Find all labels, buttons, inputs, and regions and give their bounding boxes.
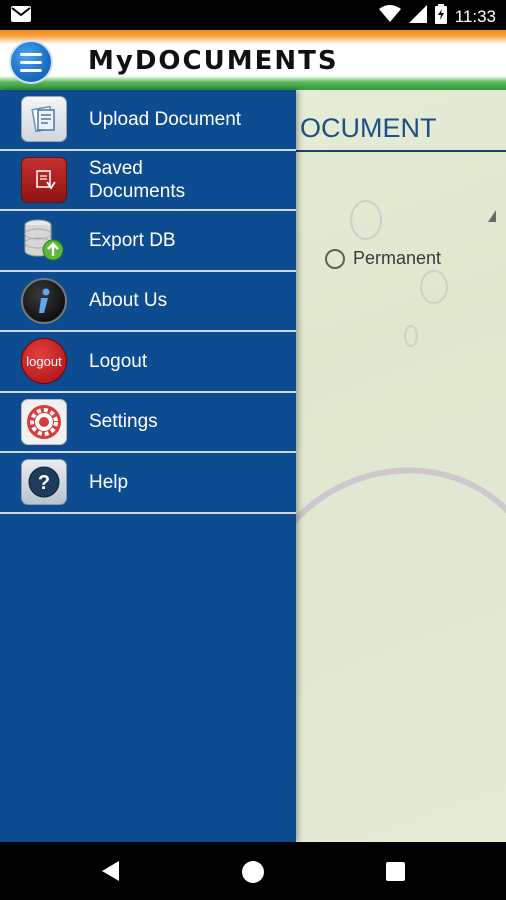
home-icon[interactable]	[242, 861, 264, 883]
help-question-icon: ?	[21, 459, 67, 506]
menu-item-settings[interactable]: Settings	[0, 393, 296, 453]
menu-item-logout[interactable]: logout Logout	[0, 332, 296, 393]
decorative-bubble	[420, 270, 448, 304]
menu-label-upload-document: Upload Document	[89, 108, 242, 130]
menu-item-saved-documents[interactable]: Saved Documents	[0, 151, 296, 211]
status-time: 11:33	[454, 6, 496, 26]
status-bar: 11:33	[0, 0, 506, 30]
signal-icon	[408, 5, 427, 28]
decorative-bubble	[404, 325, 418, 347]
export-db-icon	[21, 217, 67, 263]
battery-icon	[434, 4, 447, 29]
logout-icon: logout	[21, 338, 67, 385]
dropdown-arrow-icon[interactable]	[488, 210, 496, 222]
menu-label-settings: Settings	[89, 411, 158, 433]
saved-documents-icon	[21, 156, 67, 203]
menu-item-export-db[interactable]: Export DB	[0, 211, 296, 272]
menu-label-help: Help	[89, 471, 129, 493]
about-info-icon	[21, 277, 67, 324]
permanent-radio[interactable]	[325, 248, 345, 269]
svg-text:?: ?	[38, 472, 50, 494]
app-header: MyDOCUMENTS	[0, 30, 506, 90]
menu-label-saved-documents: Saved Documents	[89, 157, 186, 202]
decorative-bubble	[350, 200, 382, 240]
upload-document-icon	[21, 96, 67, 143]
system-nav-bar	[0, 842, 506, 900]
menu-item-upload-document[interactable]: Upload Document	[0, 90, 296, 151]
app-title: MyDOCUMENTS	[88, 46, 339, 76]
back-icon[interactable]	[102, 861, 119, 881]
navigation-drawer: Upload Document Saved Documents Export D…	[0, 90, 296, 842]
wifi-icon	[378, 5, 401, 28]
permanent-option[interactable]: Permanent	[325, 248, 441, 269]
menu-label-about-us: About Us	[89, 290, 168, 312]
menu-label-export-db: Export DB	[89, 229, 176, 251]
gmail-icon	[10, 5, 32, 28]
recents-icon[interactable]	[386, 862, 405, 881]
menu-item-about-us[interactable]: About Us	[0, 272, 296, 332]
menu-item-help[interactable]: ? Help	[0, 453, 296, 514]
settings-gear-icon	[21, 398, 67, 445]
hamburger-icon[interactable]	[9, 40, 53, 84]
menu-label-logout: Logout	[89, 350, 148, 372]
permanent-label: Permanent	[353, 248, 442, 268]
